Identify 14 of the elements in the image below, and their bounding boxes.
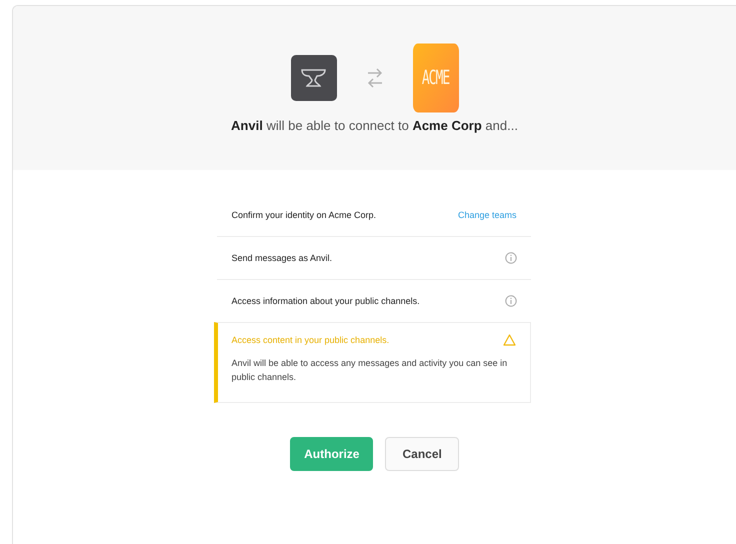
authorize-button[interactable]: Authorize bbox=[290, 437, 374, 471]
info-icon[interactable] bbox=[504, 295, 516, 307]
warning-title: Access content in your public channels. bbox=[232, 335, 390, 345]
change-teams-link[interactable]: Change teams bbox=[458, 210, 516, 220]
permission-text: Confirm your identity on Acme Corp. bbox=[232, 210, 376, 220]
warning-description: Anvil will be able to access any messages and activity you can see in public channels. bbox=[232, 357, 508, 384]
anvil-logo-icon bbox=[290, 55, 336, 101]
acme-logo: ACME bbox=[412, 44, 458, 112]
info-icon[interactable] bbox=[504, 252, 516, 264]
connection-summary: Anvil will be able to connect to Acme Corp and... bbox=[231, 118, 518, 133]
permission-text: Access information about your public channels. bbox=[232, 296, 420, 306]
warning-icon bbox=[502, 334, 516, 346]
cancel-button[interactable]: Cancel bbox=[385, 437, 459, 471]
permission-text: Send messages as Anvil. bbox=[232, 253, 332, 263]
